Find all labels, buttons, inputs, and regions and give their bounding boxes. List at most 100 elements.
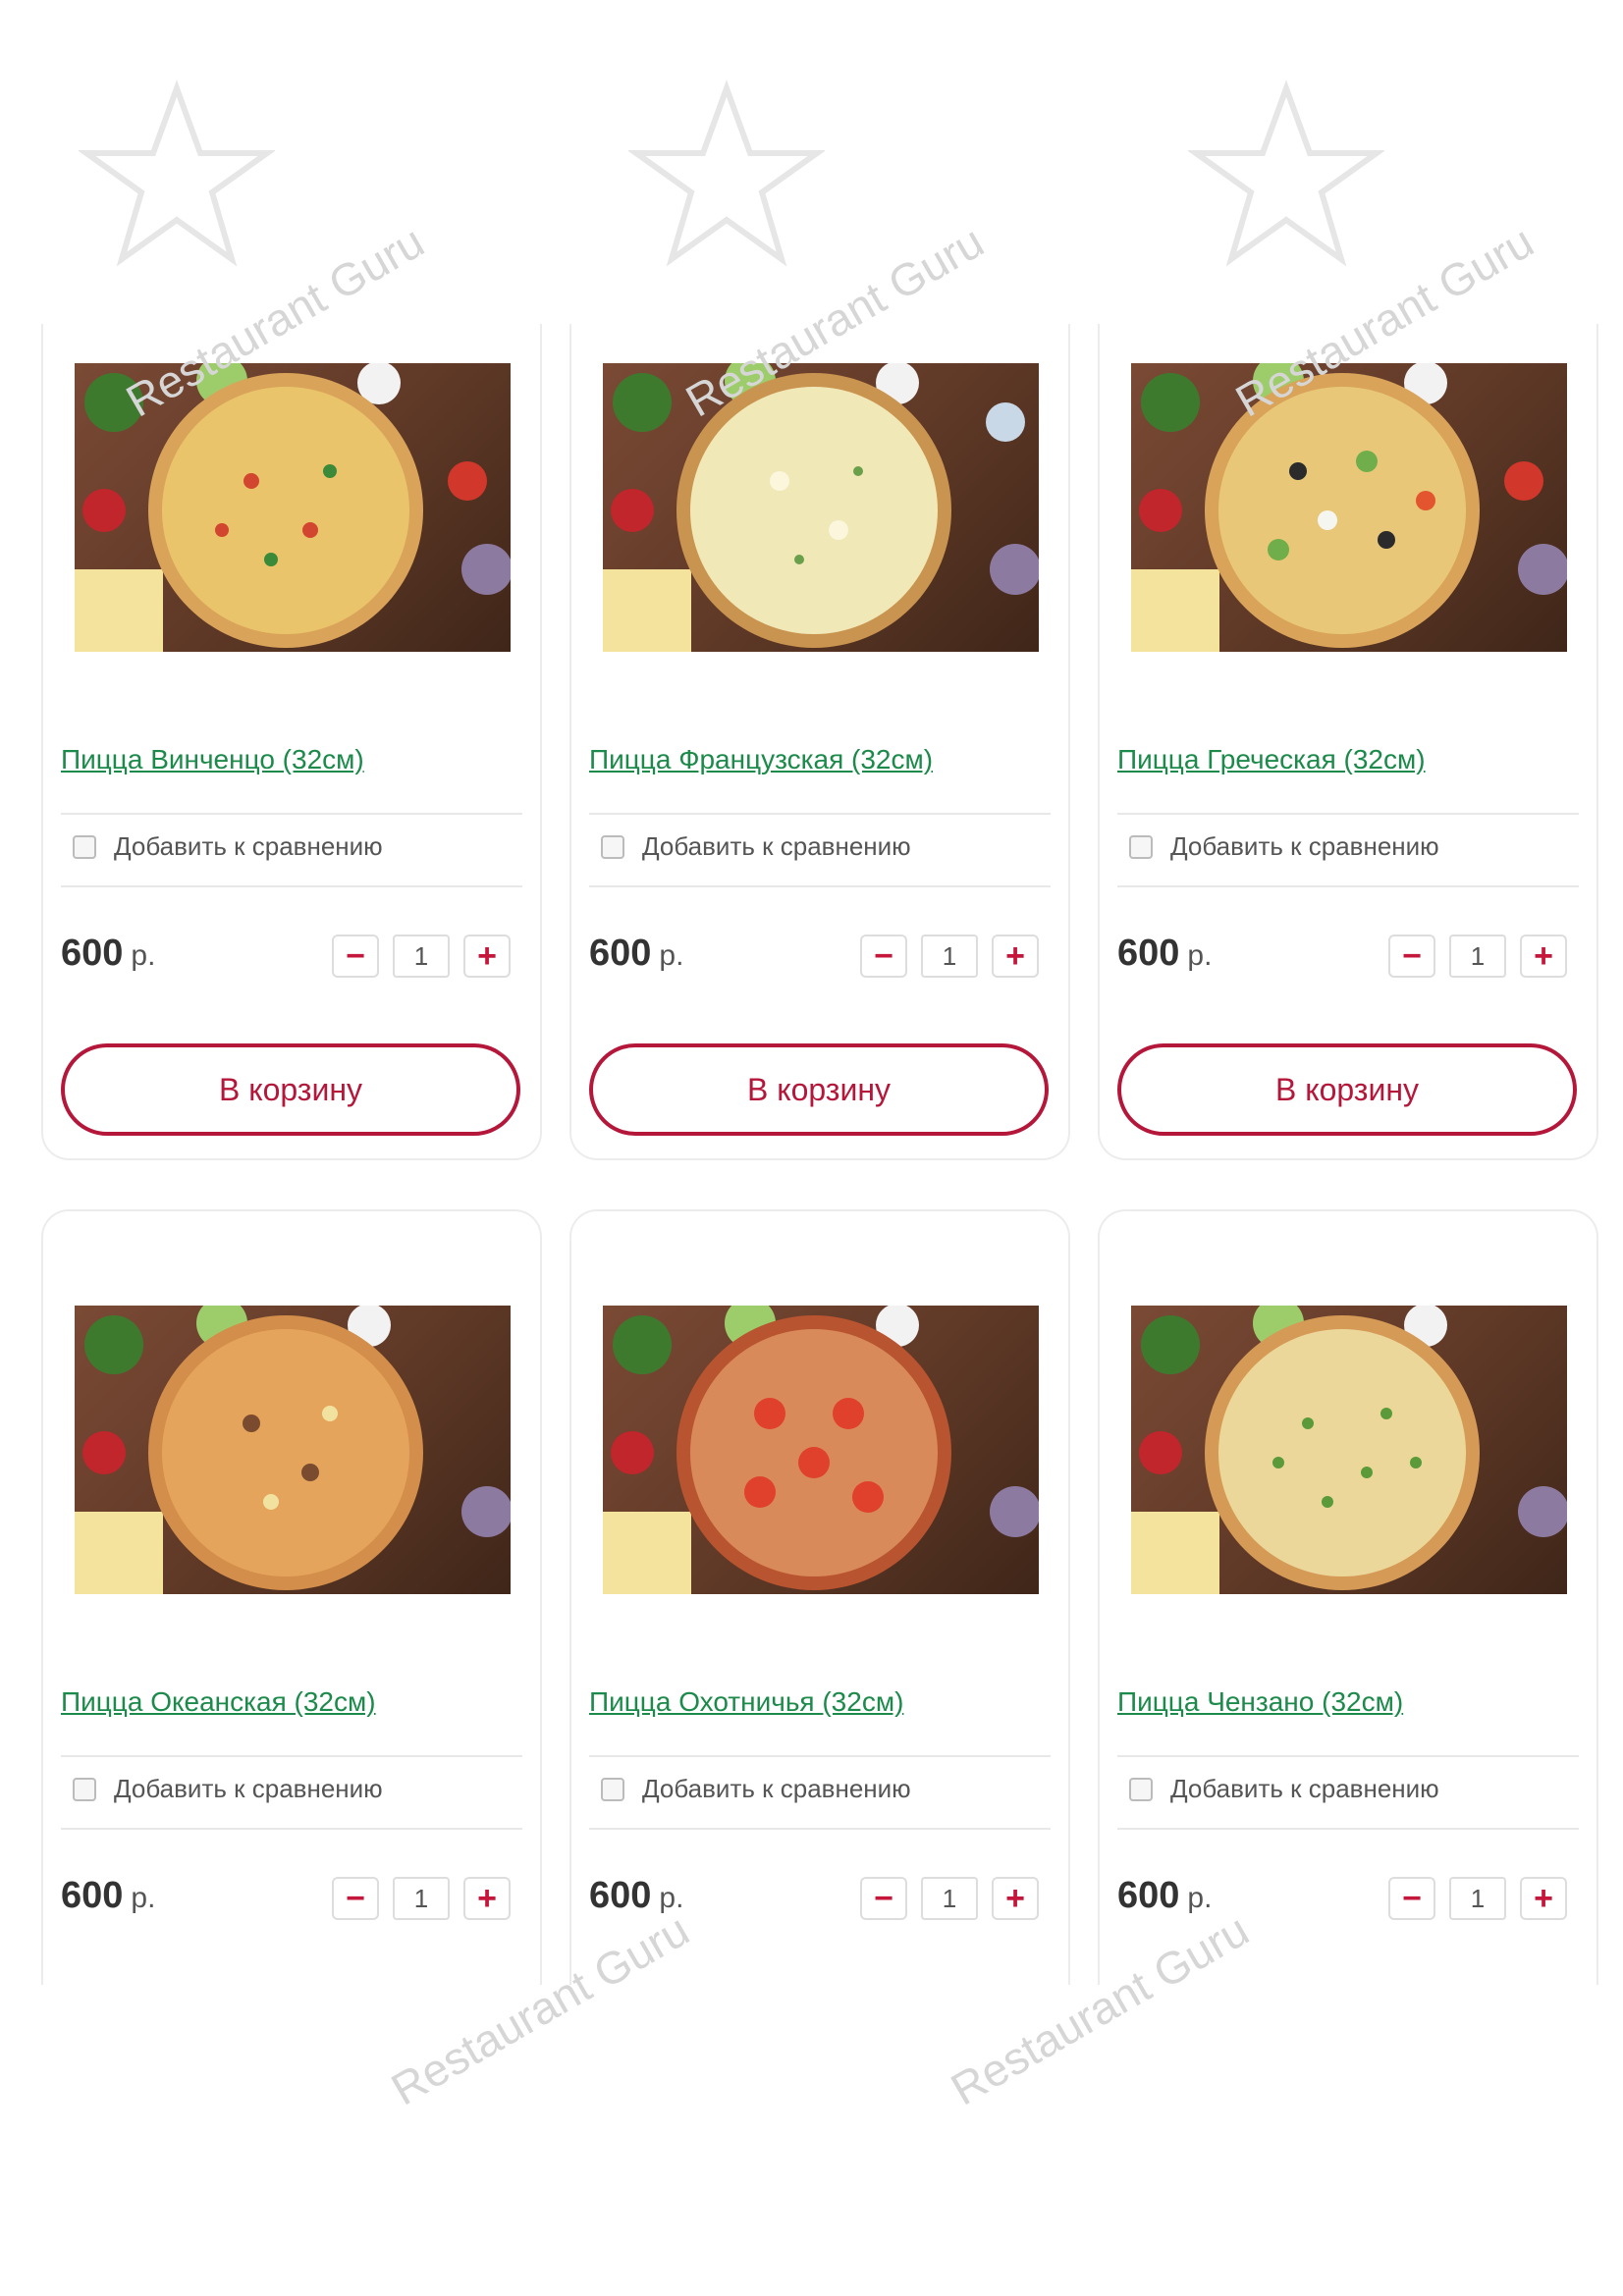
compare-option[interactable]: Добавить к сравнению	[601, 1774, 911, 1804]
quantity-stepper: − 1 +	[1388, 1877, 1567, 1920]
add-to-cart-button[interactable]: В корзину	[61, 1043, 520, 1136]
minus-button[interactable]: −	[332, 934, 379, 978]
plus-button[interactable]: +	[463, 1877, 511, 1920]
product-card: Пицца Океанская (32см) Добавить к сравне…	[41, 1209, 542, 1985]
compare-checkbox[interactable]	[1129, 834, 1153, 859]
product-grid: Пицца Винченцо (32см) Добавить к сравнен…	[0, 0, 1623, 2296]
divider	[1117, 813, 1579, 815]
plus-button[interactable]: +	[463, 934, 511, 978]
product-card: Пицца Винченцо (32см) Добавить к сравнен…	[41, 324, 542, 1160]
quantity-input[interactable]: 1	[1449, 934, 1506, 978]
compare-label: Добавить к сравнению	[114, 831, 383, 861]
pizza-image	[1131, 363, 1567, 652]
compare-checkbox[interactable]	[73, 1777, 96, 1801]
product-name-link[interactable]: Пицца Греческая (32см)	[1117, 744, 1426, 775]
price: 600 р.	[589, 933, 683, 975]
compare-checkbox[interactable]	[73, 834, 96, 859]
divider	[1117, 1828, 1579, 1830]
quantity-input[interactable]: 1	[393, 1877, 450, 1920]
product-photo[interactable]	[603, 1306, 1039, 1594]
product-name-link[interactable]: Пицца Французская (32см)	[589, 744, 933, 775]
add-to-cart-button[interactable]: В корзину	[589, 1043, 1049, 1136]
price: 600 р.	[1117, 1875, 1212, 1917]
currency: р.	[131, 939, 156, 972]
product-photo[interactable]	[75, 363, 511, 652]
product-name-link[interactable]: Пицца Чензано (32см)	[1117, 1686, 1403, 1718]
currency: р.	[1187, 939, 1213, 972]
divider	[589, 1755, 1051, 1757]
price-value: 600	[589, 933, 652, 974]
divider	[1117, 1755, 1579, 1757]
pizza-image	[75, 363, 511, 652]
price-value: 600	[1117, 933, 1180, 974]
product-card: Пицца Греческая (32см) Добавить к сравне…	[1098, 324, 1598, 1160]
price: 600 р.	[61, 1875, 155, 1917]
minus-button[interactable]: −	[332, 1877, 379, 1920]
quantity-stepper: − 1 +	[332, 1877, 511, 1920]
pizza-image	[75, 1306, 511, 1594]
quantity-input[interactable]: 1	[921, 934, 978, 978]
compare-label: Добавить к сравнению	[642, 831, 911, 861]
plus-button[interactable]: +	[1520, 934, 1567, 978]
currency: р.	[659, 1882, 684, 1914]
product-name-link[interactable]: Пицца Винченцо (32см)	[61, 744, 364, 775]
compare-option[interactable]: Добавить к сравнению	[1129, 831, 1439, 862]
compare-label: Добавить к сравнению	[114, 1774, 383, 1803]
price-value: 600	[61, 1875, 124, 1916]
quantity-stepper: − 1 +	[1388, 934, 1567, 978]
compare-checkbox[interactable]	[601, 834, 624, 859]
quantity-stepper: − 1 +	[332, 934, 511, 978]
currency: р.	[131, 1882, 156, 1914]
compare-checkbox[interactable]	[601, 1777, 624, 1801]
compare-label: Добавить к сравнению	[1170, 831, 1439, 861]
minus-button[interactable]: −	[860, 934, 907, 978]
compare-option[interactable]: Добавить к сравнению	[73, 1774, 383, 1804]
price: 600 р.	[1117, 933, 1212, 975]
product-photo[interactable]	[1131, 1306, 1567, 1594]
compare-option[interactable]: Добавить к сравнению	[73, 831, 383, 862]
quantity-stepper: − 1 +	[860, 934, 1039, 978]
pizza-image	[603, 363, 1039, 652]
quantity-input[interactable]: 1	[393, 934, 450, 978]
currency: р.	[1187, 1882, 1213, 1914]
plus-button[interactable]: +	[1520, 1877, 1567, 1920]
quantity-input[interactable]: 1	[1449, 1877, 1506, 1920]
product-name-link[interactable]: Пицца Океанская (32см)	[61, 1686, 376, 1718]
divider	[1117, 885, 1579, 887]
pizza-image	[603, 1306, 1039, 1594]
price-value: 600	[61, 933, 124, 974]
product-card: Пицца Охотничья (32см) Добавить к сравне…	[569, 1209, 1070, 1985]
divider	[61, 1828, 522, 1830]
compare-label: Добавить к сравнению	[1170, 1774, 1439, 1803]
divider	[589, 885, 1051, 887]
price-value: 600	[589, 1875, 652, 1916]
pizza-image	[1131, 1306, 1567, 1594]
divider	[61, 813, 522, 815]
price: 600 р.	[589, 1875, 683, 1917]
compare-option[interactable]: Добавить к сравнению	[601, 831, 911, 862]
product-name-link[interactable]: Пицца Охотничья (32см)	[589, 1686, 903, 1718]
product-photo[interactable]	[75, 1306, 511, 1594]
price-value: 600	[1117, 1875, 1180, 1916]
plus-button[interactable]: +	[992, 934, 1039, 978]
quantity-stepper: − 1 +	[860, 1877, 1039, 1920]
compare-option[interactable]: Добавить к сравнению	[1129, 1774, 1439, 1804]
currency: р.	[659, 939, 684, 972]
divider	[589, 1828, 1051, 1830]
quantity-input[interactable]: 1	[921, 1877, 978, 1920]
compare-label: Добавить к сравнению	[642, 1774, 911, 1803]
product-card: Пицца Французская (32см) Добавить к срав…	[569, 324, 1070, 1160]
product-card: Пицца Чензано (32см) Добавить к сравнени…	[1098, 1209, 1598, 1985]
add-to-cart-button[interactable]: В корзину	[1117, 1043, 1577, 1136]
minus-button[interactable]: −	[1388, 934, 1435, 978]
minus-button[interactable]: −	[1388, 1877, 1435, 1920]
price: 600 р.	[61, 933, 155, 975]
divider	[589, 813, 1051, 815]
plus-button[interactable]: +	[992, 1877, 1039, 1920]
compare-checkbox[interactable]	[1129, 1777, 1153, 1801]
divider	[61, 885, 522, 887]
product-photo[interactable]	[603, 363, 1039, 652]
minus-button[interactable]: −	[860, 1877, 907, 1920]
divider	[61, 1755, 522, 1757]
product-photo[interactable]	[1131, 363, 1567, 652]
